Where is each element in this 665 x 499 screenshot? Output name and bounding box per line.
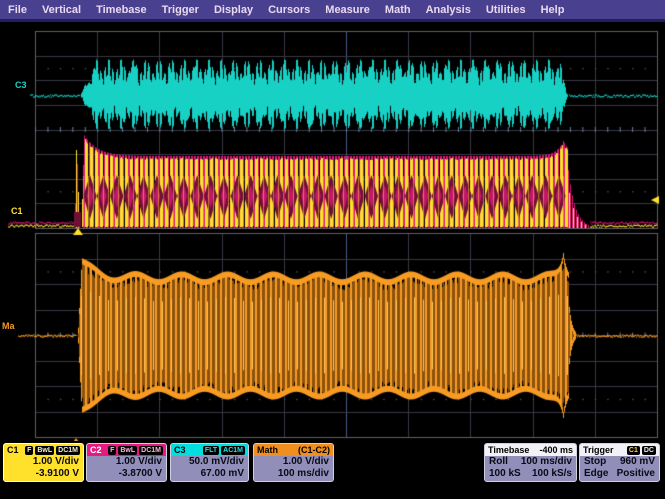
trigger-type: Edge xyxy=(584,468,608,480)
menu-help[interactable]: Help xyxy=(541,4,565,16)
c2-badge-coupling: DC1M xyxy=(139,446,163,455)
c3-title: C3 xyxy=(174,445,186,455)
menu-cursors[interactable]: Cursors xyxy=(268,4,310,16)
menu-math[interactable]: Math xyxy=(385,4,411,16)
timebase-row-1: Roll 100 ms/div xyxy=(485,456,576,468)
c2-badge-bwl: BwL xyxy=(118,446,137,455)
c1-badge-coupling: DC1M xyxy=(56,446,80,455)
c1-vdiv: 1.00 V/div xyxy=(4,456,83,468)
c1-title: C1 xyxy=(7,445,19,455)
trigger-header: Trigger C1 DC xyxy=(580,444,659,456)
menu-vertical[interactable]: Vertical xyxy=(42,4,81,16)
timebase-delay: -400 ms xyxy=(539,445,573,455)
menu-file[interactable]: File xyxy=(8,4,27,16)
trace-label-math[interactable]: Ma xyxy=(2,321,15,331)
c2-vdiv: 1.00 V/div xyxy=(87,456,166,468)
c3-offset: 67.00 mV xyxy=(171,468,248,480)
trace-label-c1[interactable]: C1 xyxy=(11,206,23,216)
timebase-descriptor[interactable]: Timebase -400 ms Roll 100 ms/div 100 kS … xyxy=(484,443,577,482)
waveform-area: C3 C1 Ma xyxy=(0,24,665,450)
c1-descriptor-header: C1 F BwL DC1M xyxy=(4,444,83,456)
c3-badge-coupling: AC1M xyxy=(221,446,245,455)
trace-label-c3[interactable]: C3 xyxy=(15,80,27,90)
math-source: (C1-C2) xyxy=(298,445,330,455)
status-bar: C1 F BwL DC1M 1.00 V/div -3.9100 V C2 F … xyxy=(0,441,665,499)
c2-badge-f: F xyxy=(108,446,116,455)
trigger-descriptor[interactable]: Trigger C1 DC Stop 960 mV Edge Positive xyxy=(579,443,660,482)
math-descriptor-header: Math (C1-C2) xyxy=(254,444,333,456)
timebase-mode: Roll xyxy=(489,456,508,468)
c3-descriptor[interactable]: C3 FLT AC1M 50.0 mV/div 67.00 mV xyxy=(170,443,249,482)
c2-offset: -3.8700 V xyxy=(87,468,166,480)
c1-offset: -3.9100 V xyxy=(4,468,83,480)
timebase-tdiv: 100 ms/div xyxy=(521,456,572,468)
menu-bar: File Vertical Timebase Trigger Display C… xyxy=(0,0,665,22)
math-vdiv: 1.00 V/div xyxy=(254,456,333,468)
timebase-header: Timebase -400 ms xyxy=(485,444,576,456)
trigger-level: 960 mV xyxy=(620,456,655,468)
c1-descriptor[interactable]: C1 F BwL DC1M 1.00 V/div -3.9100 V xyxy=(3,443,84,482)
c1-badge-f: F xyxy=(25,446,33,455)
math-descriptor[interactable]: Math (C1-C2) 1.00 V/div 100 ms/div xyxy=(253,443,334,482)
menu-utilities[interactable]: Utilities xyxy=(486,4,526,16)
trigger-slope: Positive xyxy=(617,468,655,480)
timebase-samples: 100 kS xyxy=(489,468,521,480)
trigger-source-badge: C1 xyxy=(627,446,640,455)
c3-descriptor-header: C3 FLT AC1M xyxy=(171,444,248,456)
c2-title: C2 xyxy=(90,445,102,455)
c2-descriptor-header: C2 F BwL DC1M xyxy=(87,444,166,456)
trigger-mode: Stop xyxy=(584,456,606,468)
timebase-rate: 100 kS/s xyxy=(532,468,572,480)
c1-badge-bwl: BwL xyxy=(35,446,54,455)
trigger-title: Trigger xyxy=(583,445,614,455)
math-tdiv: 100 ms/div xyxy=(254,468,333,480)
c3-badge-flt: FLT xyxy=(203,446,219,455)
trigger-row-1: Stop 960 mV xyxy=(580,456,659,468)
trigger-coupling-badge: DC xyxy=(642,446,656,455)
menu-trigger[interactable]: Trigger xyxy=(162,4,199,16)
timebase-row-2: 100 kS 100 kS/s xyxy=(485,468,576,480)
c2-descriptor[interactable]: C2 F BwL DC1M 1.00 V/div -3.8700 V xyxy=(86,443,167,482)
c3-vdiv: 50.0 mV/div xyxy=(171,456,248,468)
menu-display[interactable]: Display xyxy=(214,4,253,16)
menu-analysis[interactable]: Analysis xyxy=(426,4,471,16)
math-title: Math xyxy=(257,445,278,455)
trigger-row-2: Edge Positive xyxy=(580,468,659,480)
timebase-title: Timebase xyxy=(488,445,529,455)
menu-measure[interactable]: Measure xyxy=(325,4,370,16)
waveform-canvas[interactable] xyxy=(0,24,665,450)
oscilloscope-screen: File Vertical Timebase Trigger Display C… xyxy=(0,0,665,499)
menu-timebase[interactable]: Timebase xyxy=(96,4,147,16)
